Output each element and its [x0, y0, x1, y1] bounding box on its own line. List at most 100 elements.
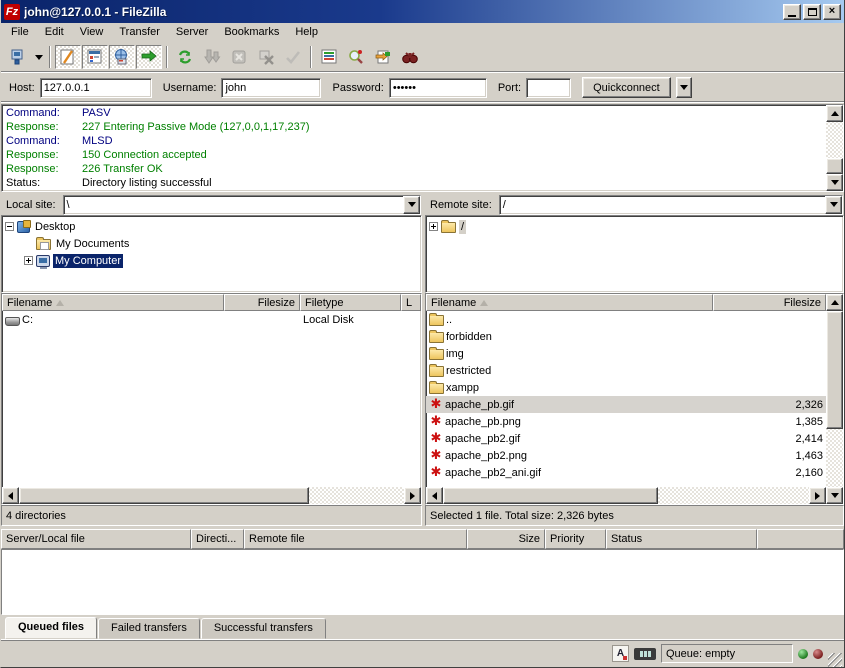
remote-site-combo[interactable]: / — [499, 195, 843, 215]
queue-status-field: Queue: empty — [661, 644, 793, 663]
toggle-local-tree-button[interactable] — [82, 45, 108, 69]
tree-item-desktop[interactable]: Desktop — [5, 218, 421, 235]
resize-grip[interactable] — [828, 653, 842, 667]
tab-successful-transfers[interactable]: Successful transfers — [201, 618, 326, 639]
log-text: 150 Connection accepted — [82, 148, 207, 162]
file-row[interactable]: forbidden — [426, 328, 826, 345]
menu-view[interactable]: View — [72, 24, 112, 40]
log-scrollbar[interactable] — [826, 105, 843, 191]
file-row[interactable]: xampp — [426, 379, 826, 396]
column-header-remote-file[interactable]: Remote file — [244, 529, 467, 549]
site-manager-dropdown[interactable] — [32, 45, 45, 69]
scroll-down-button[interactable] — [826, 174, 843, 191]
scroll-up-button[interactable] — [826, 294, 843, 311]
scrollbar-thumb[interactable] — [443, 487, 658, 504]
password-input[interactable] — [389, 78, 487, 98]
site-manager-button[interactable] — [5, 45, 31, 69]
scroll-left-button[interactable] — [426, 487, 443, 504]
column-header-direction[interactable]: Directi... — [191, 529, 244, 549]
file-row[interactable]: ✱apache_pb2.png 1,463 — [426, 447, 826, 464]
file-row-c-drive[interactable]: C: Local Disk — [2, 311, 421, 328]
expand-icon[interactable] — [429, 222, 438, 231]
minimize-icon — [788, 15, 796, 17]
folder-icon — [429, 315, 444, 326]
disconnect-button[interactable] — [253, 45, 279, 69]
expand-icon[interactable] — [24, 256, 33, 265]
toggle-transfer-queue-button[interactable] — [136, 45, 162, 69]
remote-file-list: Filename Filesize .. forbidd — [425, 293, 844, 505]
menu-help[interactable]: Help — [287, 24, 326, 40]
menu-bookmarks[interactable]: Bookmarks — [216, 24, 287, 40]
close-button[interactable]: × — [823, 4, 841, 20]
menu-file[interactable]: File — [3, 24, 37, 40]
remote-list-vscrollbar[interactable] — [826, 294, 843, 504]
scroll-up-button[interactable] — [826, 105, 843, 122]
statusbar: A Queue: empty — [1, 639, 844, 667]
local-site-value: \ — [64, 196, 403, 214]
column-header-last-modified[interactable]: L — [401, 294, 421, 311]
column-header-server-local-file[interactable]: Server/Local file — [1, 529, 191, 549]
host-input[interactable] — [40, 78, 152, 98]
refresh-button[interactable] — [172, 45, 198, 69]
directory-comparison-button[interactable] — [370, 45, 396, 69]
remote-tree-icon — [113, 48, 131, 66]
column-header-size[interactable]: Size — [467, 529, 545, 549]
toggle-message-log-button[interactable] — [55, 45, 81, 69]
tab-failed-transfers[interactable]: Failed transfers — [98, 618, 200, 639]
scrollbar-thumb[interactable] — [826, 158, 843, 174]
scroll-left-button[interactable] — [2, 487, 19, 504]
file-row[interactable]: ✱apache_pb.png 1,385 — [426, 413, 826, 430]
file-search-button[interactable] — [343, 45, 369, 69]
menu-transfer[interactable]: Transfer — [111, 24, 168, 40]
binoculars-icon — [401, 48, 419, 66]
scroll-down-button[interactable] — [826, 487, 843, 504]
column-header-filetype[interactable]: Filetype — [300, 294, 401, 311]
column-header-filename[interactable]: Filename — [426, 294, 713, 311]
add-to-queue-button[interactable] — [199, 45, 225, 69]
file-type: Local Disk — [303, 314, 354, 326]
reconnect-button[interactable] — [280, 45, 306, 69]
menu-server[interactable]: Server — [168, 24, 216, 40]
toggle-remote-tree-button[interactable] — [109, 45, 135, 69]
local-site-combo-button[interactable] — [403, 196, 420, 214]
username-input[interactable] — [221, 78, 321, 98]
file-row[interactable]: restricted — [426, 362, 826, 379]
dropdown-caret-icon — [680, 85, 688, 90]
local-site-combo[interactable]: \ — [63, 195, 421, 215]
column-label: Filetype — [305, 297, 344, 309]
synchronized-browsing-button[interactable] — [397, 45, 423, 69]
local-status-bar: 4 directories — [1, 505, 422, 526]
maximize-button[interactable] — [803, 4, 821, 20]
file-row-selected[interactable]: ✱apache_pb.gif 2,326 — [426, 396, 826, 413]
file-row[interactable]: img — [426, 345, 826, 362]
column-header-priority[interactable]: Priority — [545, 529, 606, 549]
log-label: Response: — [6, 148, 82, 162]
scrollbar-thumb[interactable] — [19, 487, 309, 504]
file-row[interactable]: .. — [426, 311, 826, 328]
collapse-icon[interactable] — [5, 222, 14, 231]
file-row[interactable]: ✱apache_pb2_ani.gif 2,160 — [426, 464, 826, 481]
quickconnect-button[interactable]: Quickconnect — [582, 77, 671, 98]
tree-item-my-documents[interactable]: My Documents — [5, 235, 421, 252]
cancel-operation-button[interactable] — [226, 45, 252, 69]
scroll-right-button[interactable] — [809, 487, 826, 504]
tab-queued-files[interactable]: Queued files — [5, 617, 97, 639]
column-header-filesize[interactable]: Filesize — [713, 294, 826, 311]
quickconnect-dropdown[interactable] — [676, 77, 692, 98]
column-header-filesize[interactable]: Filesize — [224, 294, 300, 311]
remote-list-hscrollbar[interactable] — [426, 487, 826, 504]
menu-edit[interactable]: Edit — [37, 24, 72, 40]
local-list-hscrollbar[interactable] — [2, 487, 421, 504]
column-header-status[interactable]: Status — [606, 529, 757, 549]
scroll-right-button[interactable] — [404, 487, 421, 504]
port-input[interactable] — [526, 78, 571, 98]
minimize-button[interactable] — [783, 4, 801, 20]
tree-item-my-computer[interactable]: My Computer — [5, 252, 421, 269]
toolbar-separator — [49, 46, 51, 68]
scrollbar-thumb[interactable] — [826, 311, 843, 429]
file-row[interactable]: ✱apache_pb2.gif 2,414 — [426, 430, 826, 447]
tree-item-root[interactable]: / — [429, 218, 843, 235]
remote-site-combo-button[interactable] — [825, 196, 842, 214]
column-header-filename[interactable]: Filename — [2, 294, 224, 311]
directory-filters-button[interactable] — [316, 45, 342, 69]
